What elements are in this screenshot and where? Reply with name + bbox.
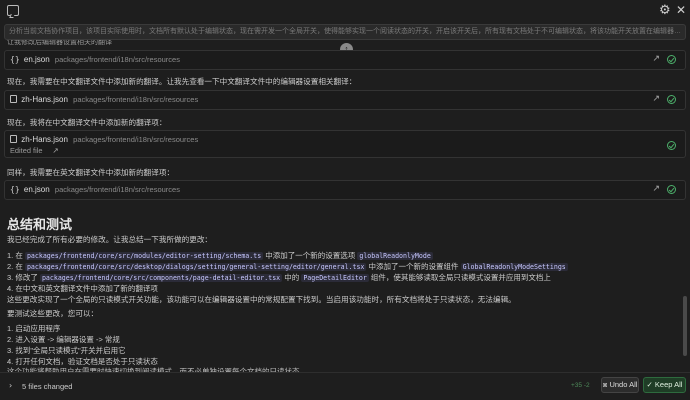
scrollbar[interactable] <box>683 296 687 356</box>
keep-all-button[interactable]: ✓ Keep All <box>643 377 686 393</box>
open-external-icon[interactable]: ↗ <box>652 54 660 64</box>
top-bar: ⚙ ✕ <box>0 0 690 22</box>
files-changed-label[interactable]: 5 files changed <box>22 382 72 391</box>
list-text: 在中文和英文翻译文件中添加了新的翻译项 <box>15 284 158 293</box>
file-card[interactable]: {} en.json packages/frontend/i18n/src/re… <box>4 180 686 200</box>
summary-intro: 我已经完成了所有必要的修改。让我总结一下我所做的更改： <box>7 235 213 244</box>
close-icon[interactable]: ✕ <box>676 3 686 17</box>
file-card[interactable]: {} en.json packages/frontend/i18n/src/re… <box>4 50 686 70</box>
file-name: zh-Hans.json <box>21 95 68 104</box>
undo-all-label: Undo All <box>609 380 638 389</box>
list-item: 3. 找到"全局只读模式"开关并启用它 <box>7 346 126 355</box>
assistant-message: 现在，我需要在中文翻译文件中添加新的翻译。让我先查看一下中文翻译文件中的编辑器设… <box>7 77 357 86</box>
open-external-icon[interactable]: ↗ <box>652 94 660 104</box>
list-number: 3. <box>7 273 14 282</box>
list-item: 2. 在 packages/frontend/core/src/desktop/… <box>7 261 568 272</box>
file-icon <box>10 135 17 143</box>
code-symbol: GlobalReadonlyModeSettings <box>460 263 568 271</box>
file-path: packages/frontend/i18n/src/resources <box>54 55 180 64</box>
code-symbol: PageDetailEditor <box>301 274 369 282</box>
open-external-icon[interactable]: ↗ <box>53 146 59 155</box>
list-item: 3. 修改了 packages/frontend/core/src/compon… <box>7 272 568 283</box>
file-name: zh-Hans.json <box>21 135 68 144</box>
list-text: 在 <box>15 251 25 260</box>
file-name: en.json <box>23 185 50 194</box>
edited-label: Edited file <box>10 146 43 155</box>
list-item: 1. 启动应用程序 <box>7 324 61 333</box>
gear-icon[interactable]: ⚙ <box>659 3 671 18</box>
list-number: 2. <box>7 262 14 271</box>
changes-bar: › 5 files changed +35 -2 ⧈ Undo All ✓ Ke… <box>0 372 690 400</box>
list-text: 中添加了一个新的设置组件 <box>366 262 461 271</box>
file-path: packages/frontend/i18n/src/resources <box>73 95 199 104</box>
list-text: 中添加了一个新的设置选项 <box>263 251 358 260</box>
json-file-icon: {} <box>10 55 20 64</box>
list-item: 1. 在 packages/frontend/core/src/modules/… <box>7 250 568 261</box>
diff-stats: +35 -2 <box>571 382 590 389</box>
code-path: packages/frontend/core/src/modules/edito… <box>24 252 264 260</box>
check-icon: ✓ <box>646 380 653 389</box>
file-name: en.json <box>23 55 50 64</box>
keep-all-label: Keep All <box>654 380 683 389</box>
check-circle-icon <box>667 95 676 104</box>
test-steps: 1. 启动应用程序 2. 进入设置 -> 编辑器设置 -> 常规 3. 找到"全… <box>7 323 158 367</box>
assistant-message: 现在，我将在中文翻译文件中添加新的翻译项： <box>7 118 167 127</box>
json-file-icon: {} <box>10 185 20 194</box>
undo-all-button[interactable]: ⧈ Undo All <box>601 377 639 393</box>
code-path: packages/frontend/core/src/desktop/dialo… <box>24 263 367 271</box>
file-card[interactable]: zh-Hans.json packages/frontend/i18n/src/… <box>4 90 686 110</box>
list-number: 4. <box>7 284 14 293</box>
chevron-right-icon[interactable]: › <box>9 381 12 390</box>
list-text: 修改了 <box>15 273 40 282</box>
list-text: 组件，使其能够读取全局只读模式设置并应用到文档上 <box>368 273 551 282</box>
prompt-text[interactable]: 分析当前文档协作项目，该项目实际使用时，文档所有默认处于编辑状态，现在需开发一个… <box>4 24 686 40</box>
file-path: packages/frontend/i18n/src/resources <box>54 185 180 194</box>
chat-icon[interactable] <box>7 5 19 16</box>
check-circle-icon <box>667 55 676 64</box>
list-text: 中的 <box>282 273 302 282</box>
list-number: 1. <box>7 251 14 260</box>
section-heading: 总结和测试 <box>7 217 73 232</box>
list-item: 2. 进入设置 -> 编辑器设置 -> 常规 <box>7 335 120 344</box>
undo-icon: ⧈ <box>602 380 608 389</box>
code-symbol: globalReadonlyMode <box>357 252 433 260</box>
open-external-icon[interactable]: ↗ <box>652 184 660 194</box>
list-item: 4. 在中文和英文翻译文件中添加了新的翻译项 <box>7 283 568 294</box>
summary-effect: 这些更改实现了一个全局的只读模式开关功能，该功能可以在编辑器设置中的常规配置下找… <box>7 295 516 304</box>
check-circle-icon <box>667 185 676 194</box>
test-intro: 要测试这些更改，您可以： <box>7 309 99 318</box>
clipped-message: 让我修改后编辑器设置相关的翻译 <box>7 40 112 46</box>
changes-list: 1. 在 packages/frontend/core/src/modules/… <box>7 250 568 294</box>
file-path: packages/frontend/i18n/src/resources <box>73 135 199 144</box>
file-card[interactable]: zh-Hans.json packages/frontend/i18n/src/… <box>4 130 686 158</box>
check-circle-icon <box>667 141 676 150</box>
assistant-message: 同样，我需要在英文翻译文件中添加新的翻译项： <box>7 168 175 177</box>
file-icon <box>10 95 17 103</box>
code-path: packages/frontend/core/src/components/pa… <box>39 274 283 282</box>
list-text: 在 <box>15 262 25 271</box>
